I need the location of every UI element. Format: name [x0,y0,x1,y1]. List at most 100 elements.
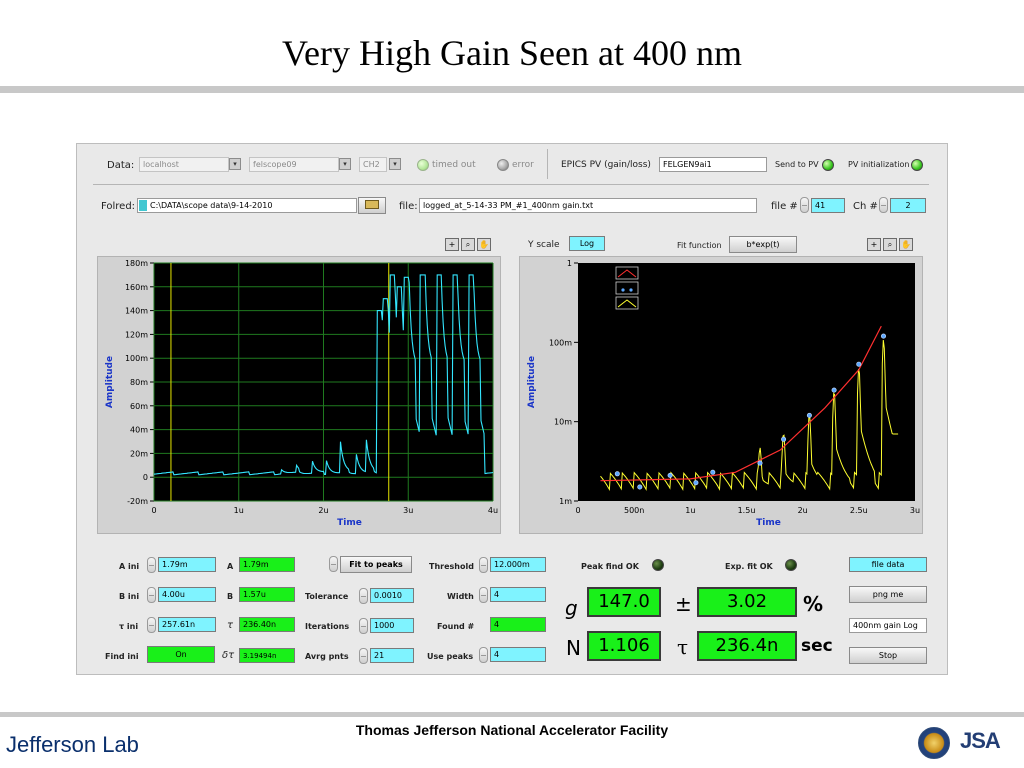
y-tick-label: -20m [127,497,148,506]
folder-icon [365,200,379,209]
peak-marker [781,436,787,442]
a-ini-label: A ini [119,562,140,571]
crosshair-icon[interactable]: + [445,238,459,251]
path-icon [139,200,147,211]
tolerance-spinner[interactable] [359,588,368,604]
y-tick-label: 0 [143,473,148,482]
error-label: error [512,160,534,170]
width-field[interactable]: 4 [490,587,546,602]
ch-num-field[interactable]: 2 [890,198,926,213]
data-host-dropdown[interactable]: ▾ [229,158,241,170]
use-peaks-spinner[interactable] [479,647,488,663]
file-name-field[interactable]: logged_at_5-14-33 PM_#1_400nm gain.txt [419,198,757,213]
x-tick-label: 1.5u [738,506,756,515]
found-value: 4 [490,617,546,632]
tau-ini-spinner[interactable] [147,617,156,633]
y-tick-label: 100m [549,338,572,347]
iterations-field[interactable]: 1000 [370,618,414,633]
data-channel-dropdown[interactable]: ▾ [389,158,401,170]
x-tick-label: 0 [151,506,156,515]
pan-hand-icon[interactable]: ✋ [899,238,913,251]
stop-button[interactable]: Stop [849,647,927,664]
fit-to-peaks-spinner[interactable] [329,556,338,572]
file-num-field[interactable]: 41 [811,198,845,213]
fit-function-label: Fit function [677,241,722,250]
crosshair-icon[interactable]: + [867,238,881,251]
gain-log-field[interactable]: 400nm gain Log [849,618,927,633]
pan-hand-icon[interactable]: ✋ [477,238,491,251]
iterations-spinner[interactable] [359,618,368,634]
x-tick-label: 2u [798,506,808,515]
tolerance-field[interactable]: 0.0010 [370,588,414,603]
pv-init-label: PV initialization [848,160,910,169]
n-value: 1.106 [587,631,661,661]
peak-find-ok-label: Peak find OK [581,562,639,571]
use-peaks-field[interactable]: 4 [490,647,546,662]
browse-folder-button[interactable] [358,197,386,214]
epics-label: EPICS PV (gain/loss) [561,160,651,170]
error-led [497,159,509,171]
threshold-spinner[interactable] [479,557,488,573]
legend-label-peaks: peaks [584,284,608,293]
send-to-pv-led[interactable] [822,159,834,171]
legend-swatch-peaks [615,281,639,295]
epics-pv-field[interactable]: FELGEN9ai1 [659,157,767,172]
y-axis-title: Amplitude [105,356,115,408]
pv-init-led[interactable] [911,159,923,171]
find-ini-toggle[interactable]: On [147,646,215,663]
file-label: file: [399,201,418,212]
legend-swatch-data [615,296,639,310]
legend-label-fit: fit [584,269,592,278]
y-tick-label: 10m [554,418,572,427]
y-tick-label: 100m [125,354,148,363]
avrg-pnts-label: Avrg pnts [305,652,349,661]
zoom-icon[interactable]: ⌕ [461,238,475,251]
g-error-value: 3.02 [697,587,797,617]
y-tick-label: 140m [125,307,148,316]
sec-unit: sec [801,636,833,656]
separator [547,149,548,179]
fit-function-select[interactable]: b*exp(t) [729,236,797,253]
data-scope-field[interactable]: felscope09 [249,157,339,172]
ch-num-label: Ch # [853,201,878,212]
zoom-icon[interactable]: ⌕ [883,238,897,251]
data-channel-field[interactable]: CH2 [359,157,387,172]
right-fit-chart: 1 100m 10m 1m0 500n 1u 1.5u 2u 2.5u 3u Amplitude Ti… [527,259,920,528]
png-me-button[interactable]: png me [849,586,927,603]
percent-unit: % [803,592,824,616]
folder-label: Folred: [101,201,136,212]
iterations-label: Iterations [305,622,350,631]
peak-marker [637,484,643,490]
data-scope-dropdown[interactable]: ▾ [339,158,351,170]
dtau-value: 3.19494n [239,648,295,663]
exp-fit-ok-led [785,559,797,571]
a-ini-spinner[interactable] [147,557,156,573]
avrg-pnts-field[interactable]: 21 [370,648,414,663]
yscale-field[interactable]: Log [569,236,605,251]
y-tick-label: 40m [130,426,148,435]
y-tick-label: 180m [125,259,148,268]
folder-path-field[interactable]: C:\DATA\scope data\9-14-2010 [137,198,357,213]
data-label: Data: [107,160,135,171]
fit-to-peaks-select[interactable]: Fit to peaks [340,556,412,573]
file-num-spinner[interactable] [800,197,809,213]
right-plot-frame: 1 100m 10m 1m 0 500n 1u 1.5u 2u 2.5u 3u Amplitude Ti… [519,256,923,534]
a-ini-field[interactable]: 1.79m [158,557,216,572]
labview-panel: Data: localhost ▾ felscope09 ▾ CH2 ▾ tim… [76,143,948,675]
b-ini-spinner[interactable] [147,587,156,603]
file-data-field[interactable]: file data [849,557,927,572]
legend-marker [621,288,625,292]
x-tick-label: 4u [488,506,498,515]
ch-num-spinner[interactable] [879,197,888,213]
avrg-pnts-spinner[interactable] [359,648,368,664]
threshold-field[interactable]: 12.000m [490,557,546,572]
tau-ini-field[interactable]: 257.61n [158,617,216,632]
data-host-field[interactable]: localhost [139,157,229,172]
jefferson-lab-logo: Jefferson Lab [6,732,139,757]
yscale-label: Y scale [528,240,560,250]
divider [93,184,929,185]
tau-result-label: τ [677,635,689,659]
width-label: Width [447,592,474,601]
b-ini-field[interactable]: 4.00u [158,587,216,602]
width-spinner[interactable] [479,587,488,603]
